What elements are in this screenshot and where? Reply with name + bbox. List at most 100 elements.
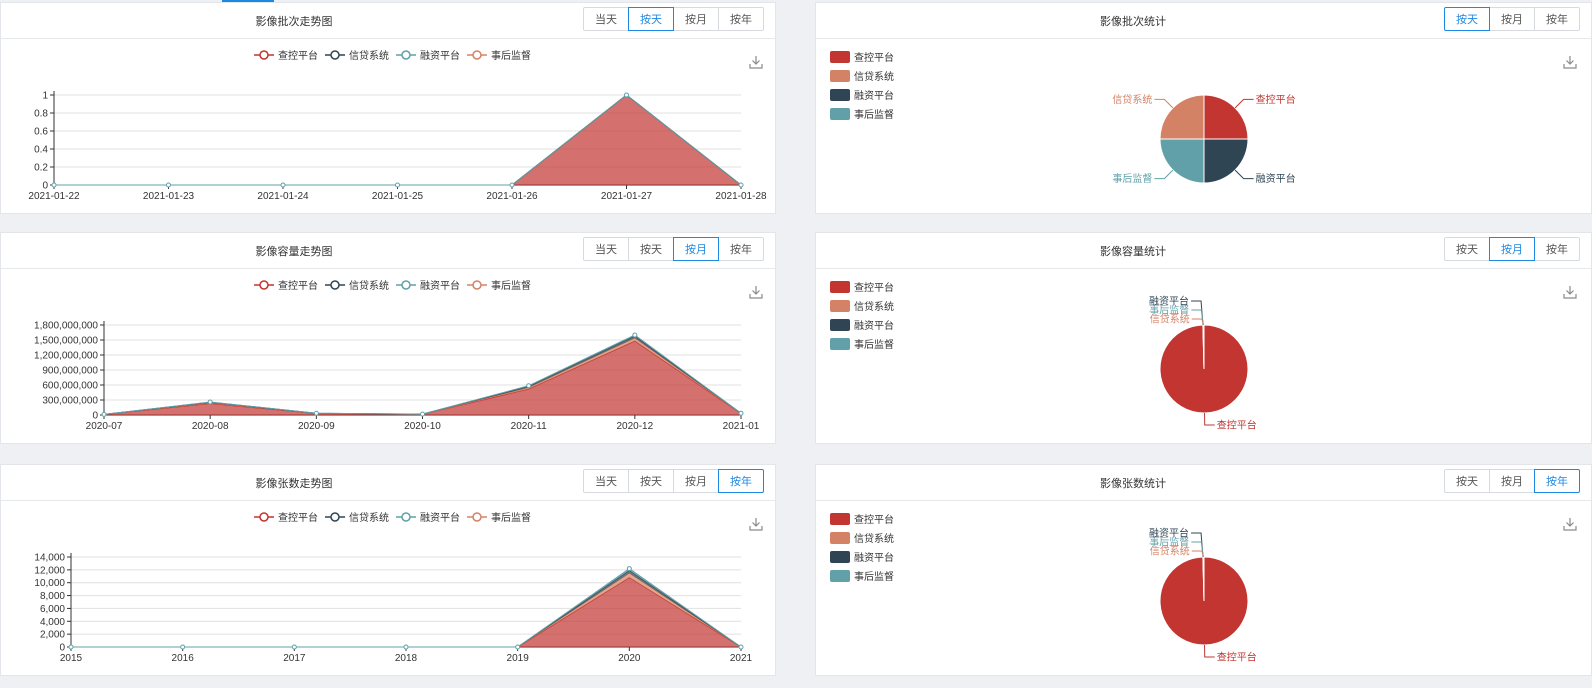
panel-title: 影像批次统计 [1100, 16, 1166, 28]
data-point[interactable] [51, 182, 57, 188]
series-area[interactable] [54, 95, 741, 185]
legend-item[interactable]: 融资平台 [396, 49, 460, 62]
data-point[interactable] [420, 411, 425, 417]
period-button[interactable]: 按天 [628, 7, 674, 31]
panel-header: 影像容量走势图 当天 按天 按月 按年 [1, 233, 775, 269]
legend-item[interactable]: 查控平台 [830, 281, 894, 294]
x-tick-label: 2015 [60, 653, 83, 664]
data-point[interactable] [280, 182, 286, 188]
legend-item[interactable]: 查控平台 [254, 279, 318, 292]
legend-item[interactable]: 查控平台 [254, 49, 318, 62]
pie-slice[interactable] [1202, 556, 1205, 602]
data-point[interactable] [101, 411, 107, 417]
data-point[interactable] [395, 182, 400, 188]
legend-item[interactable]: 查控平台 [830, 51, 894, 64]
data-point[interactable] [626, 566, 632, 572]
period-button[interactable]: 按天 [1444, 469, 1490, 493]
data-point[interactable] [403, 644, 409, 650]
data-point[interactable] [632, 332, 638, 338]
period-button[interactable]: 按月 [673, 237, 719, 261]
data-point[interactable] [291, 644, 297, 650]
data-point[interactable] [207, 399, 213, 405]
data-point[interactable] [509, 182, 515, 188]
y-tick-label: 14,000 [34, 553, 65, 564]
y-tick-label: 6,000 [40, 604, 65, 615]
label-line [1204, 412, 1215, 426]
period-button[interactable]: 按年 [718, 469, 764, 493]
period-button[interactable]: 当天 [583, 469, 629, 493]
y-tick-label: 900,000,000 [42, 366, 98, 377]
period-button[interactable]: 按天 [1444, 7, 1490, 31]
x-tick-label: 2021-01 [723, 421, 760, 432]
legend-item[interactable]: 事后监督 [830, 108, 894, 121]
panel-capacity-trend: 影像容量走势图 当天 按天 按月 按年 查控平台 信贷系统 融资平台 事后监督 0 300,000,… [0, 232, 776, 444]
period-button[interactable]: 按年 [718, 237, 764, 261]
y-tick-label: 8,000 [40, 591, 65, 602]
label-line [1234, 169, 1254, 180]
period-button[interactable]: 按年 [718, 7, 764, 31]
period-button[interactable]: 按月 [673, 7, 719, 31]
legend-item[interactable]: 信贷系统 [325, 279, 389, 292]
label-line [1204, 644, 1215, 658]
x-tick-label: 2020-12 [616, 421, 653, 432]
y-tick-label: 10,000 [34, 578, 65, 589]
period-button[interactable]: 按年 [1534, 237, 1580, 261]
legend-item[interactable]: 信贷系统 [325, 511, 389, 524]
pie-slice[interactable] [1202, 324, 1205, 370]
y-tick-label: 2,000 [40, 630, 65, 641]
period-button[interactable]: 按月 [673, 469, 719, 493]
legend-label: 信贷系统 [854, 70, 894, 83]
label-line [1154, 98, 1174, 109]
data-point[interactable] [180, 644, 186, 650]
legend-item[interactable]: 查控平台 [830, 513, 894, 526]
legend-label: 融资平台 [854, 89, 894, 102]
x-tick-label: 2021 [730, 653, 753, 664]
legend-item[interactable]: 事后监督 [830, 570, 894, 583]
legend-label: 事后监督 [491, 511, 531, 524]
legend-item[interactable]: 融资平台 [830, 89, 894, 102]
data-point[interactable] [738, 644, 744, 650]
data-point[interactable] [738, 182, 744, 188]
data-point[interactable] [738, 410, 744, 416]
legend-item[interactable]: 融资平台 [396, 511, 460, 524]
period-button[interactable]: 当天 [583, 7, 629, 31]
data-point[interactable] [166, 182, 171, 188]
data-point[interactable] [313, 410, 319, 416]
y-tick-label: 0.8 [34, 109, 48, 120]
legend-item[interactable]: 事后监督 [467, 49, 531, 62]
legend-item[interactable]: 信贷系统 [830, 300, 894, 313]
period-toggle: 当天 按天 按月 按年 [583, 237, 764, 261]
legend-item[interactable]: 信贷系统 [830, 532, 894, 545]
label-line [1191, 309, 1204, 326]
slice-label: 信贷系统 [1150, 545, 1190, 558]
legend-item[interactable]: 事后监督 [830, 338, 894, 351]
period-button[interactable]: 按天 [628, 237, 674, 261]
period-button[interactable]: 按月 [1489, 237, 1535, 261]
x-tick-label: 2020-10 [404, 421, 441, 432]
period-button[interactable]: 按天 [1444, 237, 1490, 261]
legend-item[interactable]: 信贷系统 [830, 70, 894, 83]
y-tick-label: 0 [92, 411, 98, 422]
series-area[interactable] [71, 577, 741, 647]
data-point[interactable] [526, 383, 532, 389]
legend-item[interactable]: 事后监督 [467, 279, 531, 292]
data-point[interactable] [515, 644, 521, 650]
legend-label: 查控平台 [854, 281, 894, 294]
period-button[interactable]: 按月 [1489, 469, 1535, 493]
period-button[interactable]: 按年 [1534, 469, 1580, 493]
legend-item[interactable]: 融资平台 [396, 279, 460, 292]
x-tick-label: 2020-11 [511, 421, 547, 432]
label-line [1154, 169, 1174, 180]
period-button[interactable]: 按天 [628, 469, 674, 493]
data-point[interactable] [624, 92, 629, 98]
period-button[interactable]: 按月 [1489, 7, 1535, 31]
legend-item[interactable]: 融资平台 [830, 551, 894, 564]
legend-item[interactable]: 查控平台 [254, 511, 318, 524]
legend-item[interactable]: 融资平台 [830, 319, 894, 332]
period-button[interactable]: 当天 [583, 237, 629, 261]
period-button[interactable]: 按年 [1534, 7, 1580, 31]
data-point[interactable] [68, 644, 74, 650]
legend-label: 事后监督 [491, 49, 531, 62]
legend-item[interactable]: 信贷系统 [325, 49, 389, 62]
legend-item[interactable]: 事后监督 [467, 511, 531, 524]
